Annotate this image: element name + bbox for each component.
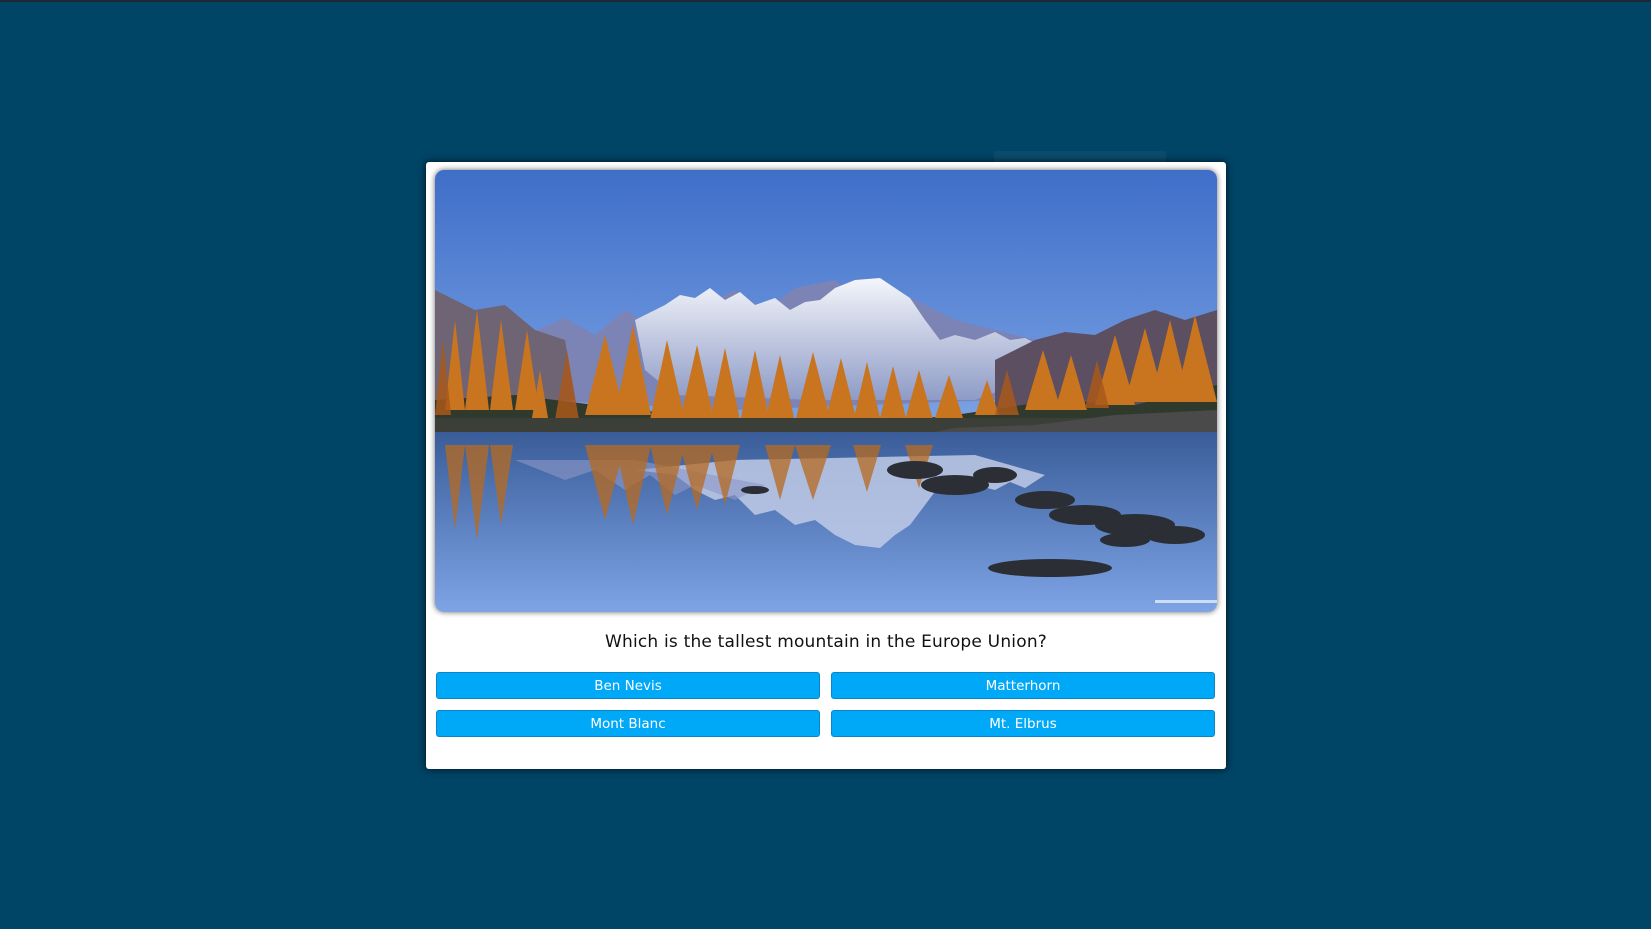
question-text: Which is the tallest mountain in the Eur… (604, 632, 1048, 652)
quiz-image (435, 170, 1217, 612)
answer-button-matterhorn[interactable]: Matterhorn (831, 672, 1215, 699)
answer-button-mt-elbrus[interactable]: Mt. Elbrus (831, 710, 1215, 737)
quiz-card: Which is the tallest mountain in the Eur… (426, 162, 1226, 769)
answer-button-ben-nevis[interactable]: Ben Nevis (436, 672, 820, 699)
top-strip (0, 0, 1651, 2)
answer-button-mont-blanc[interactable]: Mont Blanc (436, 710, 820, 737)
